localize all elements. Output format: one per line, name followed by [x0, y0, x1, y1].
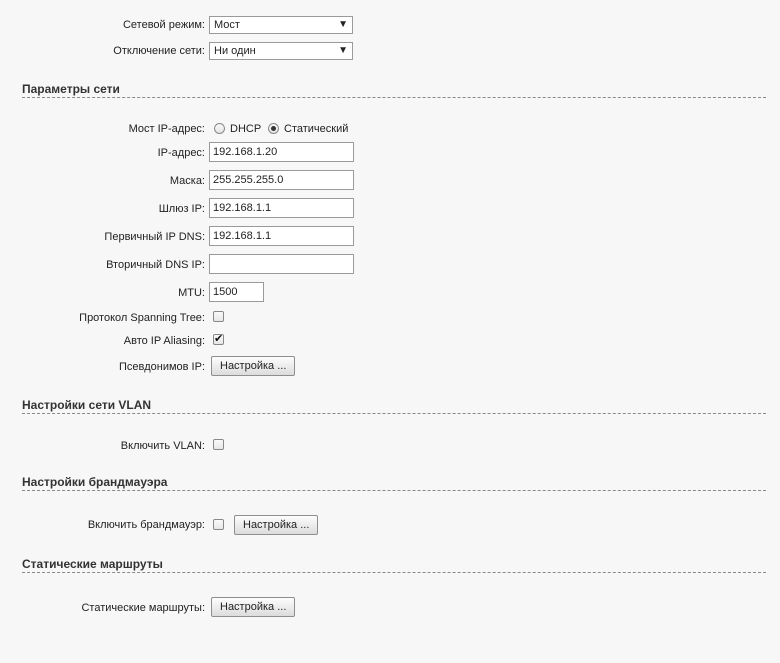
- ip-aliases-label: Псевдонимов IP:: [118, 361, 205, 373]
- ip-aliases-settings-button[interactable]: Настройка ...: [211, 356, 296, 376]
- dhcp-radio-label: DHCP: [230, 123, 262, 135]
- network-disconnect-select[interactable]: Ни один ▼: [209, 42, 353, 60]
- static-routes-settings-button[interactable]: Настройка ...: [211, 597, 296, 617]
- ip-address-label: IP-адрес:: [157, 147, 205, 159]
- network-params-title: Параметры сети: [22, 82, 120, 96]
- auto-alias-label: Авто IP Aliasing:: [123, 335, 205, 347]
- enable-vlan-label: Включить VLAN:: [120, 440, 205, 452]
- firewall-title: Настройки брандмауэра: [22, 475, 168, 489]
- enable-firewall-label: Включить брандмауэр:: [87, 519, 205, 531]
- firewall-settings-button[interactable]: Настройка ...: [234, 515, 319, 535]
- stp-checkbox[interactable]: [213, 311, 224, 322]
- section-divider: [22, 572, 766, 573]
- mask-label: Маска:: [169, 175, 205, 187]
- bridge-ip-label: Мост IP-адрес:: [128, 123, 205, 135]
- enable-firewall-checkbox[interactable]: [213, 519, 224, 530]
- section-divider: [22, 490, 766, 491]
- primary-dns-field[interactable]: 192.168.1.1: [209, 226, 354, 246]
- stp-label: Протокол Spanning Tree:: [79, 312, 205, 324]
- static-routes-title: Статические маршруты: [22, 557, 163, 571]
- chevron-down-icon: ▼: [338, 45, 348, 56]
- mask-field[interactable]: 255.255.255.0: [209, 170, 354, 190]
- gateway-field[interactable]: 192.168.1.1: [209, 198, 354, 218]
- mtu-field[interactable]: 1500: [209, 282, 264, 302]
- mtu-label: MTU:: [178, 287, 205, 299]
- section-divider: [22, 413, 766, 414]
- network-mode-label: Сетевой режим:: [122, 19, 205, 31]
- enable-vlan-checkbox[interactable]: [213, 439, 224, 450]
- network-disconnect-value: Ни один: [214, 45, 256, 57]
- network-mode-select[interactable]: Мост ▼: [209, 16, 353, 34]
- secondary-dns-field[interactable]: [209, 254, 354, 274]
- radio-selected-dot: [271, 126, 276, 131]
- gateway-label: Шлюз IP:: [158, 203, 205, 215]
- primary-dns-label: Первичный IP DNS:: [104, 231, 205, 243]
- dhcp-radio[interactable]: [214, 123, 225, 134]
- static-radio-label: Статический: [284, 123, 349, 135]
- check-icon: ✔: [214, 333, 224, 345]
- auto-alias-checkbox[interactable]: ✔: [213, 333, 224, 345]
- chevron-down-icon: ▼: [338, 19, 348, 30]
- vlan-title: Настройки сети VLAN: [22, 398, 152, 412]
- network-mode-value: Мост: [214, 19, 240, 31]
- static-radio[interactable]: [268, 123, 279, 134]
- ip-address-field[interactable]: 192.168.1.20: [209, 142, 354, 162]
- static-routes-label: Статические маршруты:: [81, 602, 205, 614]
- section-divider: [22, 97, 766, 98]
- secondary-dns-label: Вторичный DNS IP:: [106, 259, 205, 271]
- network-disconnect-label: Отключение сети:: [113, 45, 205, 57]
